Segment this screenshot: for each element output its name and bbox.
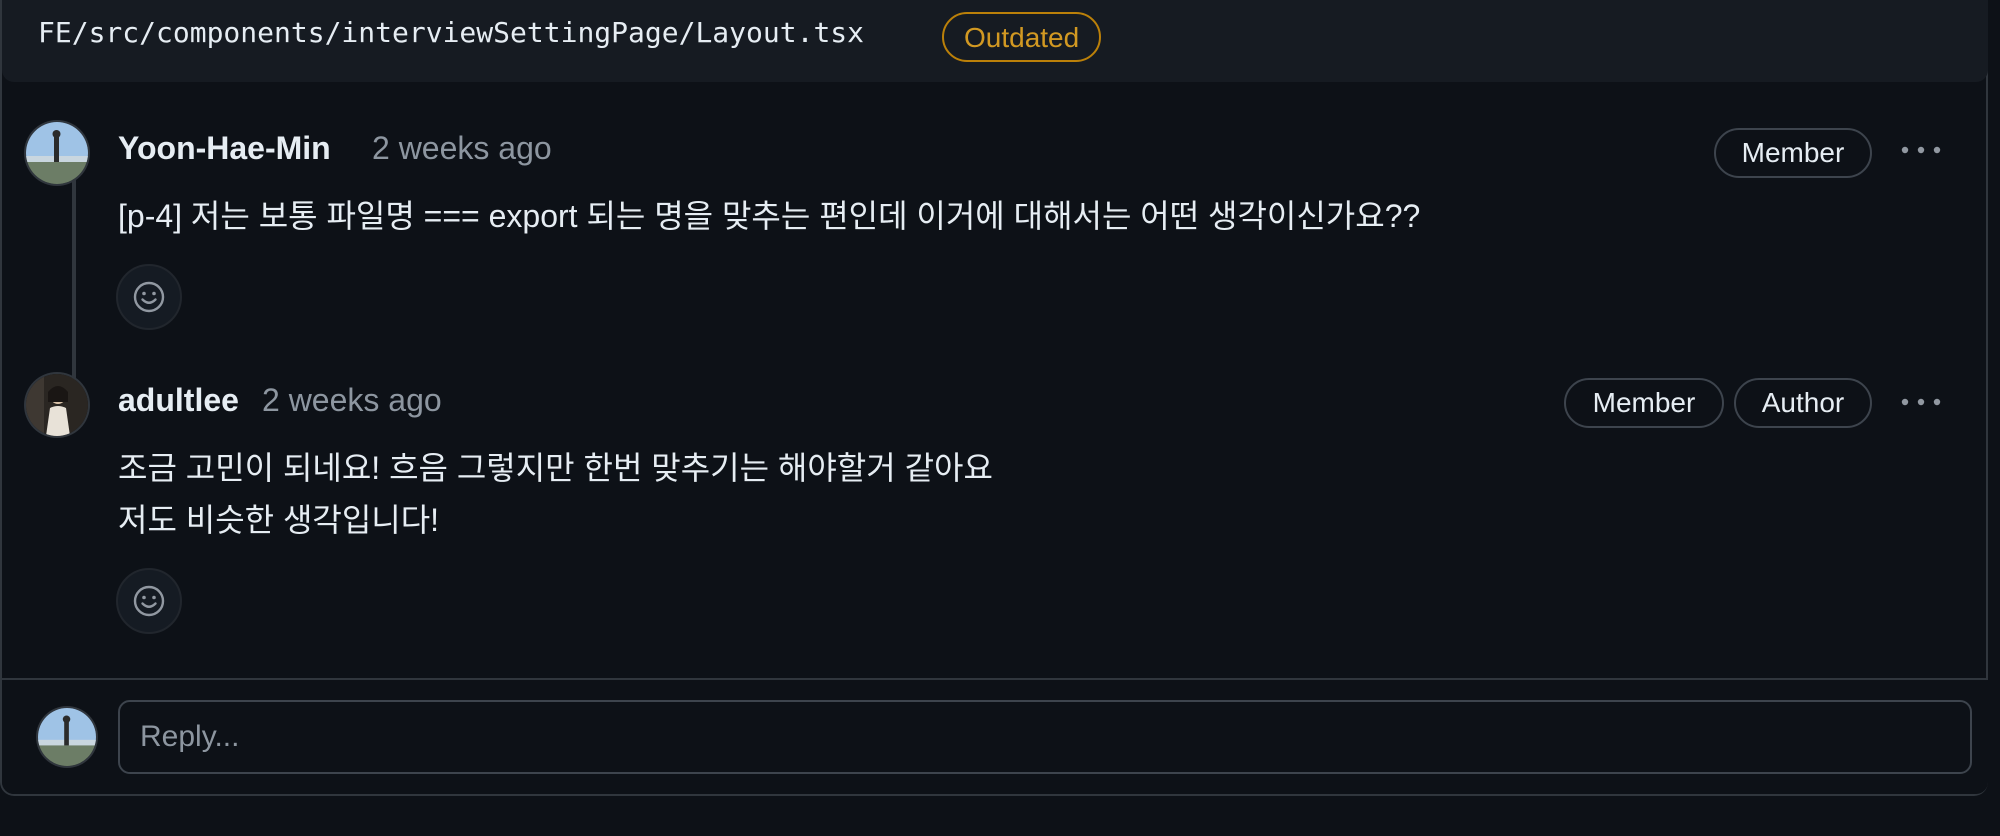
reply-input[interactable] (118, 700, 1972, 774)
outdated-badge: Outdated (942, 12, 1102, 62)
smiley-icon (133, 585, 165, 617)
timeline-connector (72, 180, 76, 380)
comment-timestamp[interactable]: 2 weeks ago (372, 130, 552, 167)
comment-body: 조금 고민이 되네요! 흐음 그렇지만 한번 맞추기는 해야할거 같아요 저도 … (118, 442, 993, 546)
file-header: FE/src/components/interviewSettingPage/L… (2, 0, 1988, 82)
avatar[interactable] (26, 374, 88, 436)
member-badge: Member (1714, 128, 1872, 178)
add-reaction-button[interactable] (116, 568, 182, 634)
comment-line: 조금 고민이 되네요! 흐음 그렇지만 한번 맞추기는 해야할거 같아요 (118, 450, 993, 486)
file-path[interactable]: FE/src/components/interviewSettingPage/L… (38, 16, 864, 49)
author-badge: Author (1734, 378, 1872, 428)
member-badge: Member (1564, 378, 1724, 428)
comment-line: 저도 비슷한 생각입니다! (118, 502, 440, 538)
current-user-avatar (38, 708, 96, 766)
avatar[interactable] (26, 122, 88, 184)
smiley-icon (133, 281, 165, 313)
review-thread: FE/src/components/interviewSettingPage/L… (0, 0, 1988, 796)
comment-author[interactable]: adultlee (118, 382, 239, 419)
comment-body: [p-4] 저는 보통 파일명 === export 되는 명을 맞추는 편인데… (118, 190, 1420, 242)
comment-line: [p-4] 저는 보통 파일명 === export 되는 명을 맞추는 편인데… (118, 198, 1421, 234)
kebab-horizontal-icon[interactable] (1896, 130, 1946, 170)
add-reaction-button[interactable] (116, 264, 182, 330)
comment-timestamp[interactable]: 2 weeks ago (262, 382, 442, 419)
kebab-horizontal-icon[interactable] (1896, 382, 1946, 422)
comment-author[interactable]: Yoon-Hae-Min (118, 130, 331, 167)
